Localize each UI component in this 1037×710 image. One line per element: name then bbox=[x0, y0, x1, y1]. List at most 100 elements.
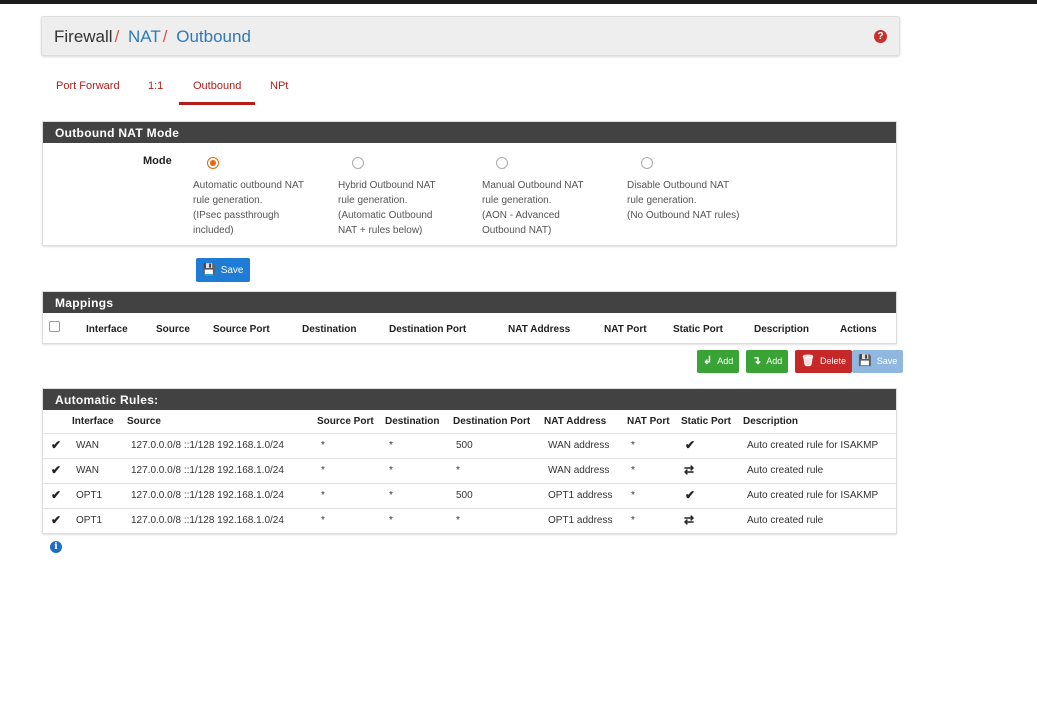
column-header[interactable]: Source Port bbox=[213, 324, 270, 335]
cell-description: Auto created rule for ISAKMP bbox=[747, 490, 879, 501]
option-line: Automatic outbound NAT bbox=[193, 180, 304, 191]
tab-npt[interactable]: NPt bbox=[270, 80, 288, 92]
help-icon[interactable]: ? bbox=[874, 30, 887, 43]
cell-description: Auto created rule for ISAKMP bbox=[747, 440, 879, 451]
option-line: (Automatic Outbound bbox=[338, 210, 433, 221]
column-header: Source bbox=[127, 416, 161, 427]
column-header[interactable]: Static Port bbox=[673, 324, 723, 335]
cell-nat-address: WAN address bbox=[548, 465, 610, 476]
mode-option-text: Manual Outbound NAT rule generation. (AO… bbox=[482, 178, 622, 238]
column-header: NAT Address bbox=[544, 416, 607, 427]
add-top-button[interactable]: ↲ Add bbox=[697, 350, 740, 373]
cell-source-port: * bbox=[321, 465, 325, 476]
mode-option-text: Hybrid Outbound NAT rule generation. (Au… bbox=[338, 178, 478, 238]
check-icon: ✔ bbox=[685, 438, 696, 452]
column-header[interactable]: Destination bbox=[302, 324, 356, 335]
option-line: rule generation. bbox=[482, 195, 552, 206]
mode-option-disable[interactable]: Disable Outbound NAT rule generation. (N… bbox=[627, 157, 767, 223]
mode-option-manual[interactable]: Manual Outbound NAT rule generation. (AO… bbox=[482, 157, 622, 238]
save-mappings-label: Save bbox=[876, 356, 898, 366]
radio-automatic[interactable] bbox=[207, 157, 219, 169]
panel-title: Mappings bbox=[43, 292, 896, 313]
mode-option-hybrid[interactable]: Hybrid Outbound NAT rule generation. (Au… bbox=[338, 157, 478, 238]
cell-source: 127.0.0.0/8 ::1/128 192.168.1.0/24 bbox=[131, 490, 284, 501]
column-header[interactable]: Interface bbox=[86, 324, 128, 335]
cell-destination: * bbox=[389, 465, 393, 476]
save-mode-button[interactable]: 💾 Save bbox=[196, 258, 250, 282]
cell-interface: WAN bbox=[76, 465, 99, 476]
column-header: Description bbox=[743, 416, 799, 427]
info-icon[interactable]: i bbox=[50, 541, 62, 553]
column-header[interactable]: Destination Port bbox=[389, 324, 466, 335]
delete-button[interactable]: 🗑 Delete bbox=[795, 350, 852, 373]
radio-disable[interactable] bbox=[641, 157, 653, 169]
column-header[interactable]: Source bbox=[156, 324, 190, 335]
enabled-check-icon: ✔ bbox=[51, 488, 62, 502]
mode-option-text: Disable Outbound NAT rule generation. (N… bbox=[627, 178, 767, 223]
column-header: Static Port bbox=[681, 416, 732, 427]
radio-manual[interactable] bbox=[496, 157, 508, 169]
column-header: Actions bbox=[840, 324, 877, 335]
option-line: rule generation. bbox=[627, 195, 697, 206]
mode-option-automatic[interactable]: Automatic outbound NAT rule generation. … bbox=[193, 157, 333, 238]
column-header: NAT Port bbox=[627, 416, 670, 427]
breadcrumb-firewall: Firewall bbox=[54, 27, 113, 46]
column-header[interactable]: NAT Port bbox=[604, 324, 647, 335]
check-icon: ✔ bbox=[685, 488, 696, 502]
floppy-disk-icon: 💾 bbox=[202, 264, 216, 276]
cell-source-port: * bbox=[321, 440, 325, 451]
mode-option-text: Automatic outbound NAT rule generation. … bbox=[193, 178, 333, 238]
tab-port-forward[interactable]: Port Forward bbox=[56, 80, 120, 92]
option-line: Hybrid Outbound NAT bbox=[338, 180, 436, 191]
active-tab-indicator bbox=[179, 102, 255, 105]
breadcrumb-separator: / bbox=[114, 27, 120, 46]
breadcrumb-trail: Firewall / NAT / Outbound bbox=[54, 27, 251, 47]
cell-nat-port: * bbox=[631, 465, 635, 476]
arrow-up-icon: ↲ bbox=[703, 355, 713, 367]
option-line: (IPsec passthrough bbox=[193, 210, 280, 221]
cell-description: Auto created rule bbox=[747, 515, 824, 526]
breadcrumb-separator: / bbox=[162, 27, 168, 46]
column-header[interactable]: NAT Address bbox=[508, 324, 570, 335]
row-divider bbox=[43, 433, 896, 434]
cell-source-port: * bbox=[321, 490, 325, 501]
top-bar bbox=[0, 0, 1037, 4]
mappings-panel: Mappings Interface Source Source Port De… bbox=[42, 291, 897, 344]
column-header: Destination Port bbox=[453, 416, 531, 427]
automatic-rules-panel: Automatic Rules: Interface Source Source… bbox=[42, 388, 897, 534]
cell-destination: * bbox=[389, 515, 393, 526]
cell-destination-port: * bbox=[456, 465, 460, 476]
select-all-checkbox[interactable] bbox=[49, 321, 60, 332]
floppy-disk-icon: 💾 bbox=[858, 355, 872, 367]
cell-nat-address: WAN address bbox=[548, 440, 610, 451]
breadcrumb: Firewall / NAT / Outbound ? bbox=[41, 16, 900, 56]
cell-source: 127.0.0.0/8 ::1/128 192.168.1.0/24 bbox=[131, 465, 284, 476]
outbound-nat-mode-panel: Outbound NAT Mode Mode Automatic outboun… bbox=[42, 121, 897, 246]
add-top-label: Add bbox=[717, 356, 734, 366]
breadcrumb-nat-link[interactable]: NAT bbox=[128, 27, 161, 46]
cell-source: 127.0.0.0/8 ::1/128 192.168.1.0/24 bbox=[131, 440, 284, 451]
radio-hybrid[interactable] bbox=[352, 157, 364, 169]
enabled-check-icon: ✔ bbox=[51, 513, 62, 527]
column-header: Interface bbox=[72, 416, 114, 427]
cell-nat-port: * bbox=[631, 440, 635, 451]
cell-destination: * bbox=[389, 440, 393, 451]
cell-interface: WAN bbox=[76, 440, 99, 451]
add-bottom-button[interactable]: ↴ Add bbox=[746, 350, 789, 373]
cell-destination-port: * bbox=[456, 515, 460, 526]
column-header: Source Port bbox=[317, 416, 374, 427]
shuffle-icon: ⇄ bbox=[684, 463, 695, 477]
trash-icon: 🗑 bbox=[801, 355, 815, 367]
cell-nat-address: OPT1 address bbox=[548, 490, 613, 501]
column-header[interactable]: Description bbox=[754, 324, 809, 335]
save-mappings-button[interactable]: 💾 Save bbox=[852, 350, 904, 373]
cell-nat-port: * bbox=[631, 515, 635, 526]
option-line: (AON - Advanced bbox=[482, 210, 560, 221]
enabled-check-icon: ✔ bbox=[51, 463, 62, 477]
breadcrumb-outbound-link[interactable]: Outbound bbox=[176, 27, 251, 46]
option-line: Disable Outbound NAT bbox=[627, 180, 730, 191]
cell-source-port: * bbox=[321, 515, 325, 526]
tab-outbound[interactable]: Outbound bbox=[193, 80, 241, 92]
tab-one-to-one[interactable]: 1:1 bbox=[148, 80, 163, 92]
cell-interface: OPT1 bbox=[76, 515, 103, 526]
